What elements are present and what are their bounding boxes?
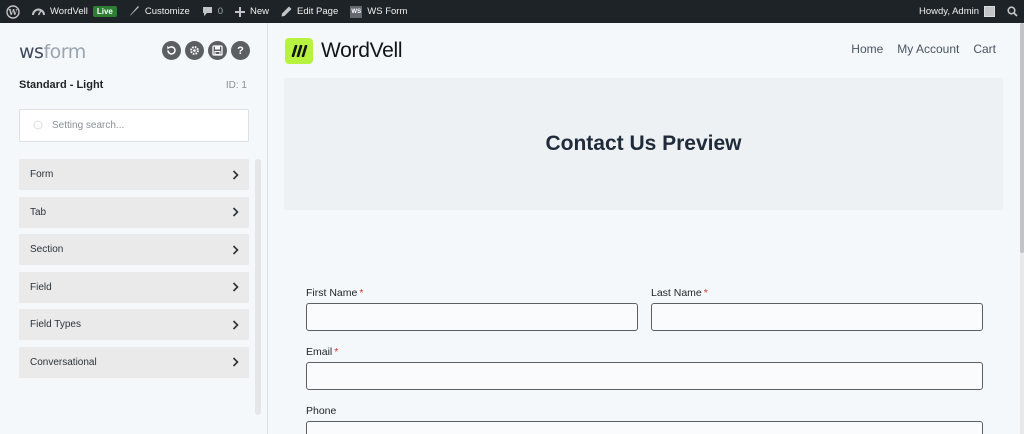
panel-label: Field [30, 281, 52, 293]
panel-label: Tab [30, 206, 47, 218]
site-name: WordVell [50, 6, 88, 17]
preview-scrollbar[interactable] [1020, 23, 1024, 434]
site-title: WordVell [321, 39, 403, 62]
howdy-text: Howdy, Admin [918, 6, 979, 17]
new-content-link[interactable]: New [229, 0, 275, 23]
ws-form-icon: WS [350, 5, 363, 18]
reset-icon[interactable] [162, 41, 181, 60]
setting-search[interactable] [19, 109, 249, 142]
sidebar-scrollbar[interactable] [255, 159, 261, 415]
phone-input[interactable] [306, 421, 983, 434]
nav-cart[interactable]: Cart [973, 42, 996, 56]
style-id: ID: 1 [225, 80, 247, 91]
help-icon[interactable]: ? [231, 41, 250, 60]
search-icon [33, 120, 43, 130]
customize-label: Customize [144, 6, 190, 17]
email-label: Email * [306, 346, 339, 358]
panel-label: Form [30, 169, 54, 180]
ws-form-label: WS Form [367, 6, 408, 17]
last-name-label: Last Name * [651, 287, 708, 299]
site-nav: Home My Account Cart [851, 42, 996, 56]
comment-bubble-icon [202, 7, 212, 16]
dashboard-icon [32, 8, 45, 16]
first-name-label: First Name * [306, 287, 364, 299]
panel-field-types[interactable]: Field Types [19, 309, 249, 340]
avatar [984, 6, 995, 17]
comments-count: 0 [217, 6, 224, 17]
setting-search-input[interactable] [52, 120, 232, 131]
page-title: Contact Us Preview [545, 132, 742, 155]
admin-bar: W WordVell Live Customize 0 New Edit Pag… [0, 0, 1024, 23]
chevron-right-icon [232, 282, 239, 292]
email-input[interactable] [306, 362, 983, 390]
wordpress-logo-icon[interactable]: W [0, 0, 26, 23]
panel-conversational[interactable]: Conversational [19, 346, 249, 378]
phone-label: Phone [306, 405, 337, 417]
panel-label: Conversational [30, 356, 97, 368]
scrollbar-thumb[interactable] [1020, 23, 1024, 253]
first-name-input[interactable] [306, 303, 638, 331]
chevron-right-icon [232, 319, 239, 330]
ws-form-logo: wsform [19, 41, 86, 63]
panel-label: Field Types [30, 319, 81, 330]
live-badge: Live [92, 6, 117, 17]
edit-page-label: Edit Page [297, 6, 339, 17]
required-mark: * [359, 287, 364, 299]
page-hero: Contact Us Preview [284, 78, 1003, 210]
settings-panel-list: Form Tab Section Field Field Types Conve… [19, 159, 249, 384]
wordvell-logo-icon [285, 38, 313, 64]
plus-icon [235, 6, 246, 17]
brand-main: ws [19, 41, 44, 63]
comments-link[interactable]: 0 [196, 0, 229, 23]
chevron-right-icon [232, 357, 239, 367]
pencil-icon [281, 6, 292, 17]
paintbrush-icon [129, 6, 139, 16]
nav-home[interactable]: Home [851, 42, 883, 56]
svg-text:W: W [8, 7, 19, 17]
style-sidebar: wsform ? Standard - Light ID: 1 Form Tab… [0, 23, 268, 434]
brand-accent: form [43, 41, 86, 63]
gear-icon[interactable] [185, 41, 204, 60]
site-logo[interactable]: WordVell [285, 38, 403, 64]
panel-field[interactable]: Field [19, 271, 249, 303]
chevron-right-icon [232, 207, 239, 217]
ws-form-link[interactable]: WS WS Form [344, 0, 413, 23]
required-mark: * [703, 287, 708, 299]
new-label: New [250, 6, 270, 17]
panel-tab[interactable]: Tab [19, 196, 249, 228]
panel-section[interactable]: Section [19, 234, 249, 265]
admin-search-icon[interactable] [1001, 0, 1024, 23]
chevron-right-icon [232, 244, 239, 255]
account-menu[interactable]: Howdy, Admin [913, 0, 1001, 23]
required-mark: * [334, 346, 339, 358]
chevron-right-icon [232, 169, 239, 180]
save-icon[interactable] [208, 41, 227, 60]
site-preview: WordVell Home My Account Cart Contact Us… [269, 23, 1024, 434]
edit-page-link[interactable]: Edit Page [275, 0, 344, 23]
last-name-input[interactable] [651, 303, 983, 331]
nav-my-account[interactable]: My Account [897, 42, 959, 56]
style-name: Standard - Light [19, 79, 104, 91]
site-name-menu[interactable]: WordVell Live [26, 0, 123, 23]
panel-label: Section [30, 244, 64, 255]
panel-form[interactable]: Form [19, 159, 249, 190]
customize-link[interactable]: Customize [123, 0, 196, 23]
